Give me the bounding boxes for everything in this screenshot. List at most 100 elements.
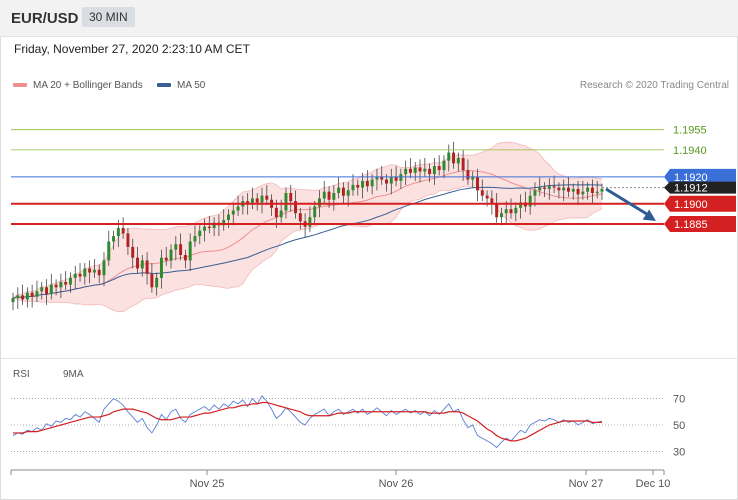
candle-body <box>337 187 341 194</box>
bollinger-bands <box>12 141 603 313</box>
candle-body <box>78 273 82 277</box>
candle-body <box>88 268 92 273</box>
candle-body <box>361 180 365 188</box>
candle-body <box>16 295 20 299</box>
rsi-tick-label: 30 <box>673 446 685 458</box>
bollinger-band-area <box>13 142 602 312</box>
candle-body <box>198 230 202 237</box>
resistance-label: 1.1940 <box>673 145 707 157</box>
support-label: 1.1900 <box>674 199 708 211</box>
candle-body <box>385 179 388 184</box>
candle-body <box>447 152 451 161</box>
candle-body <box>389 176 393 184</box>
candle-body <box>413 167 417 173</box>
candle-body <box>298 213 302 222</box>
candle-body <box>538 187 542 191</box>
candle-body <box>452 152 456 164</box>
candle-body <box>365 180 369 187</box>
candle-body <box>313 206 317 218</box>
candle-body <box>404 168 408 175</box>
candle-body <box>121 228 125 234</box>
candle-body <box>169 249 173 261</box>
candle-body <box>428 168 432 175</box>
candle-body <box>341 187 345 196</box>
candle-body <box>456 157 460 164</box>
candle-body <box>45 287 49 295</box>
current-price-label: 1.1912 <box>674 183 708 195</box>
candle-body <box>289 193 293 202</box>
candle-body <box>327 191 331 200</box>
candle-body <box>370 179 374 187</box>
candle-body <box>279 210 283 218</box>
candle-body <box>600 188 604 192</box>
candle-body <box>408 168 412 173</box>
candle-body <box>236 206 240 211</box>
candle-body <box>547 186 551 189</box>
candle-body <box>40 287 44 292</box>
candle-body <box>437 166 441 171</box>
candle-body <box>179 244 183 255</box>
candle-body <box>571 188 575 192</box>
candle-body <box>432 166 436 175</box>
candle-body <box>557 187 561 191</box>
candle-body <box>54 284 58 288</box>
candle-body <box>586 187 590 192</box>
candle-body <box>64 281 68 285</box>
candle-body <box>509 209 513 214</box>
candle-body <box>356 184 360 188</box>
candle-body <box>552 186 556 188</box>
candle-body <box>495 203 499 218</box>
candle-body <box>73 273 77 278</box>
candle-body <box>423 168 427 172</box>
candle-body <box>131 246 135 258</box>
candle-body <box>476 176 479 191</box>
candle-body <box>581 191 585 195</box>
candle-body <box>207 226 211 229</box>
candle-body <box>35 291 39 297</box>
forecast-arrow-shaft <box>605 187 651 218</box>
candle-body <box>112 236 116 242</box>
candle-body <box>193 236 197 242</box>
candle-body <box>97 269 101 276</box>
candle-body <box>514 207 518 214</box>
candle-body <box>274 207 278 218</box>
resistance-label: 1.1955 <box>673 125 707 137</box>
time-axis: Nov 25 Nov 26 Nov 27 Dec 10 <box>10 469 670 490</box>
candle-body <box>159 257 163 278</box>
x-axis-tick-label: Nov 27 <box>569 478 604 490</box>
candle-body <box>528 195 532 207</box>
candle-body <box>136 257 139 269</box>
x-axis-tick-label: Nov 25 <box>190 478 225 490</box>
candle-body <box>21 295 25 300</box>
chart-svg[interactable]: 1.19551.19401.19201.19121.19001.1885 305… <box>0 0 738 500</box>
candle-body <box>92 269 96 273</box>
candle-body <box>11 298 15 303</box>
candle-body <box>116 228 120 237</box>
candle-body <box>183 254 187 261</box>
candle-body <box>284 193 288 211</box>
candle-body <box>145 260 149 274</box>
candle-body <box>332 193 336 200</box>
candle-body <box>322 191 326 199</box>
candle-body <box>150 273 154 288</box>
candle-body <box>533 190 537 196</box>
candle-body <box>466 170 470 180</box>
candle-body <box>308 217 312 227</box>
candle-body <box>543 187 547 189</box>
candle-body <box>485 195 489 199</box>
rsi-panel: 30 50 70 <box>11 394 685 458</box>
candle-body <box>59 281 63 288</box>
candle-body <box>504 209 508 214</box>
candle-body <box>346 190 350 196</box>
candle-body <box>188 241 192 261</box>
candle-body <box>399 174 403 181</box>
candle-body <box>576 188 580 195</box>
support-label: 1.1885 <box>674 219 708 231</box>
candle-body <box>394 176 398 181</box>
candle-body <box>174 244 178 250</box>
candle-body <box>499 213 503 218</box>
candle-body <box>351 184 355 191</box>
candle-body <box>83 268 87 277</box>
x-axis-tick-label: Nov 26 <box>379 478 414 490</box>
candle-body <box>102 260 106 276</box>
